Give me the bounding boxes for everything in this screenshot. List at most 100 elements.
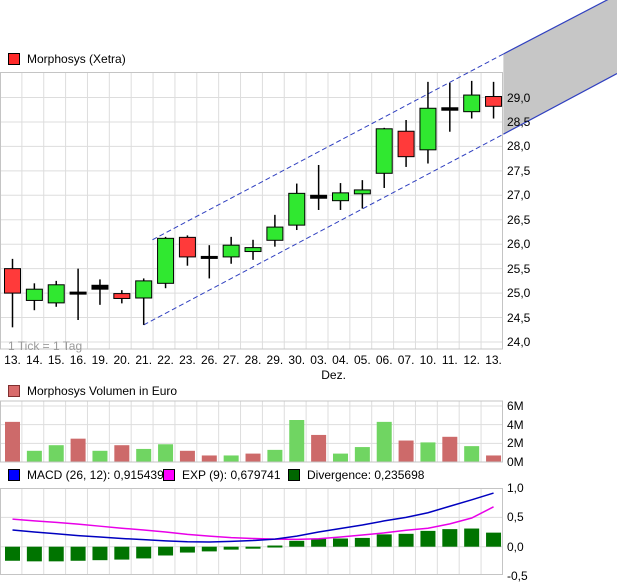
volume-bar	[223, 455, 239, 462]
date-axis-label: 06.	[375, 353, 393, 367]
volume-bar	[289, 420, 305, 462]
exp-legend-label: EXP (9): 0,679741	[182, 468, 281, 482]
candlestick	[25, 288, 43, 301]
candlestick	[419, 107, 437, 151]
date-axis-label: 28.	[244, 353, 262, 367]
volume-bar	[70, 438, 86, 462]
date-axis-label: 22.	[157, 353, 174, 367]
price-axis-label: 28,5	[507, 114, 531, 129]
divergence-bar	[354, 537, 370, 547]
date-axis-label: 13.	[485, 353, 502, 367]
macd-axis-label: 0,5	[507, 510, 524, 525]
divergence-series-marker-icon	[288, 469, 300, 481]
divergence-legend-item: Divergence: 0,235698	[288, 468, 424, 482]
date-axis-label: 21.	[135, 353, 153, 367]
date-axis-label: 23.	[179, 353, 196, 367]
volume-chart-title: Morphosys Volumen in Euro	[27, 384, 178, 398]
lower-channel-line	[143, 133, 504, 326]
macd-legend-label: MACD (26, 12): 0,915439	[27, 468, 164, 482]
divergence-bar	[420, 530, 436, 547]
candlestick	[157, 237, 175, 284]
tick-interval-note: 1 Tick = 1 Tag	[8, 339, 83, 353]
divergence-bar	[114, 546, 130, 560]
price-axis-label: 26,5	[507, 212, 531, 227]
volume-axis-label: 0M	[507, 455, 524, 469]
date-axis-label: 20.	[113, 353, 131, 367]
date-axis-label: 05.	[354, 353, 371, 367]
price-axis-label: 28,0	[507, 139, 531, 154]
date-axis-label: 12.	[463, 353, 481, 367]
volume-bar	[158, 444, 174, 462]
candlestick	[178, 236, 196, 258]
divergence-bar	[376, 534, 392, 547]
candlestick	[485, 96, 503, 107]
price-axis-label: 27,5	[507, 163, 531, 178]
divergence-bar	[311, 538, 327, 547]
candlestick	[69, 291, 87, 295]
price-axis-label: 25,5	[507, 261, 531, 276]
volume-bar	[114, 445, 130, 462]
price-axis-label: 24,0	[507, 335, 531, 349]
price-axis-label: 25,0	[507, 286, 531, 301]
divergence-bar	[92, 546, 108, 561]
date-axis-label: 14.	[26, 353, 43, 367]
candlestick	[113, 293, 131, 299]
date-axis-label: 16.	[69, 353, 87, 367]
divergence-bar	[179, 546, 195, 553]
volume-bar	[179, 450, 195, 462]
macd-series-marker-icon	[8, 469, 20, 481]
volume-bar	[48, 445, 64, 462]
date-axis-label: 15.	[47, 353, 65, 367]
volume-axis-label: 4M	[507, 417, 524, 432]
volume-bar	[376, 421, 392, 462]
price-axis-label: 26,0	[507, 237, 531, 252]
date-axis-label: 13.	[4, 353, 21, 367]
divergence-bar	[332, 538, 348, 547]
divergence-bar	[136, 546, 152, 559]
divergence-bar	[245, 546, 261, 549]
volume-bar	[332, 453, 348, 462]
date-axis-label: 19.	[91, 353, 109, 367]
divergence-bar	[158, 546, 174, 556]
volume-series-marker-icon	[8, 385, 20, 397]
candlestick	[244, 247, 262, 253]
candlestick	[4, 268, 21, 294]
volume-bar	[245, 453, 261, 462]
candlestick	[266, 226, 284, 241]
divergence-bar	[223, 546, 239, 550]
candlestick	[91, 284, 109, 290]
divergence-bar	[5, 546, 20, 561]
exp-series-marker-icon	[163, 469, 175, 481]
divergence-bar	[267, 545, 283, 548]
divergence-legend-label: Divergence: 0,235698	[307, 468, 425, 482]
divergence-bar	[486, 532, 502, 547]
divergence-bar	[201, 546, 217, 552]
volume-bar	[311, 434, 327, 462]
candlestick	[135, 280, 153, 299]
macd-axis-label: -0,5	[507, 569, 528, 583]
price-axis-label: 29,0	[507, 90, 531, 105]
volume-bar	[464, 446, 480, 462]
date-axis-label: 03.	[310, 353, 327, 367]
candlestick	[463, 94, 481, 113]
exp-legend-item: EXP (9): 0,679741	[163, 468, 281, 482]
volume-bar	[267, 449, 283, 462]
divergence-bar	[48, 546, 64, 562]
divergence-bar	[70, 546, 86, 561]
volume-axis-label: 2M	[507, 436, 524, 451]
month-label: Dez.	[321, 368, 346, 382]
divergence-bar	[289, 540, 305, 547]
volume-bar	[354, 447, 370, 462]
volume-bar	[201, 455, 217, 462]
macd-axis-label: 0,0	[507, 539, 524, 554]
volume-bar	[136, 448, 152, 462]
candlestick	[441, 107, 459, 111]
candlestick	[222, 244, 240, 258]
volume-bar	[398, 440, 414, 462]
candlestick	[200, 255, 218, 259]
date-axis-label: 10.	[419, 353, 437, 367]
candlestick	[288, 192, 306, 226]
volume-bar	[486, 455, 502, 462]
date-axis-label: 07.	[397, 353, 415, 367]
divergence-bar	[398, 533, 414, 547]
